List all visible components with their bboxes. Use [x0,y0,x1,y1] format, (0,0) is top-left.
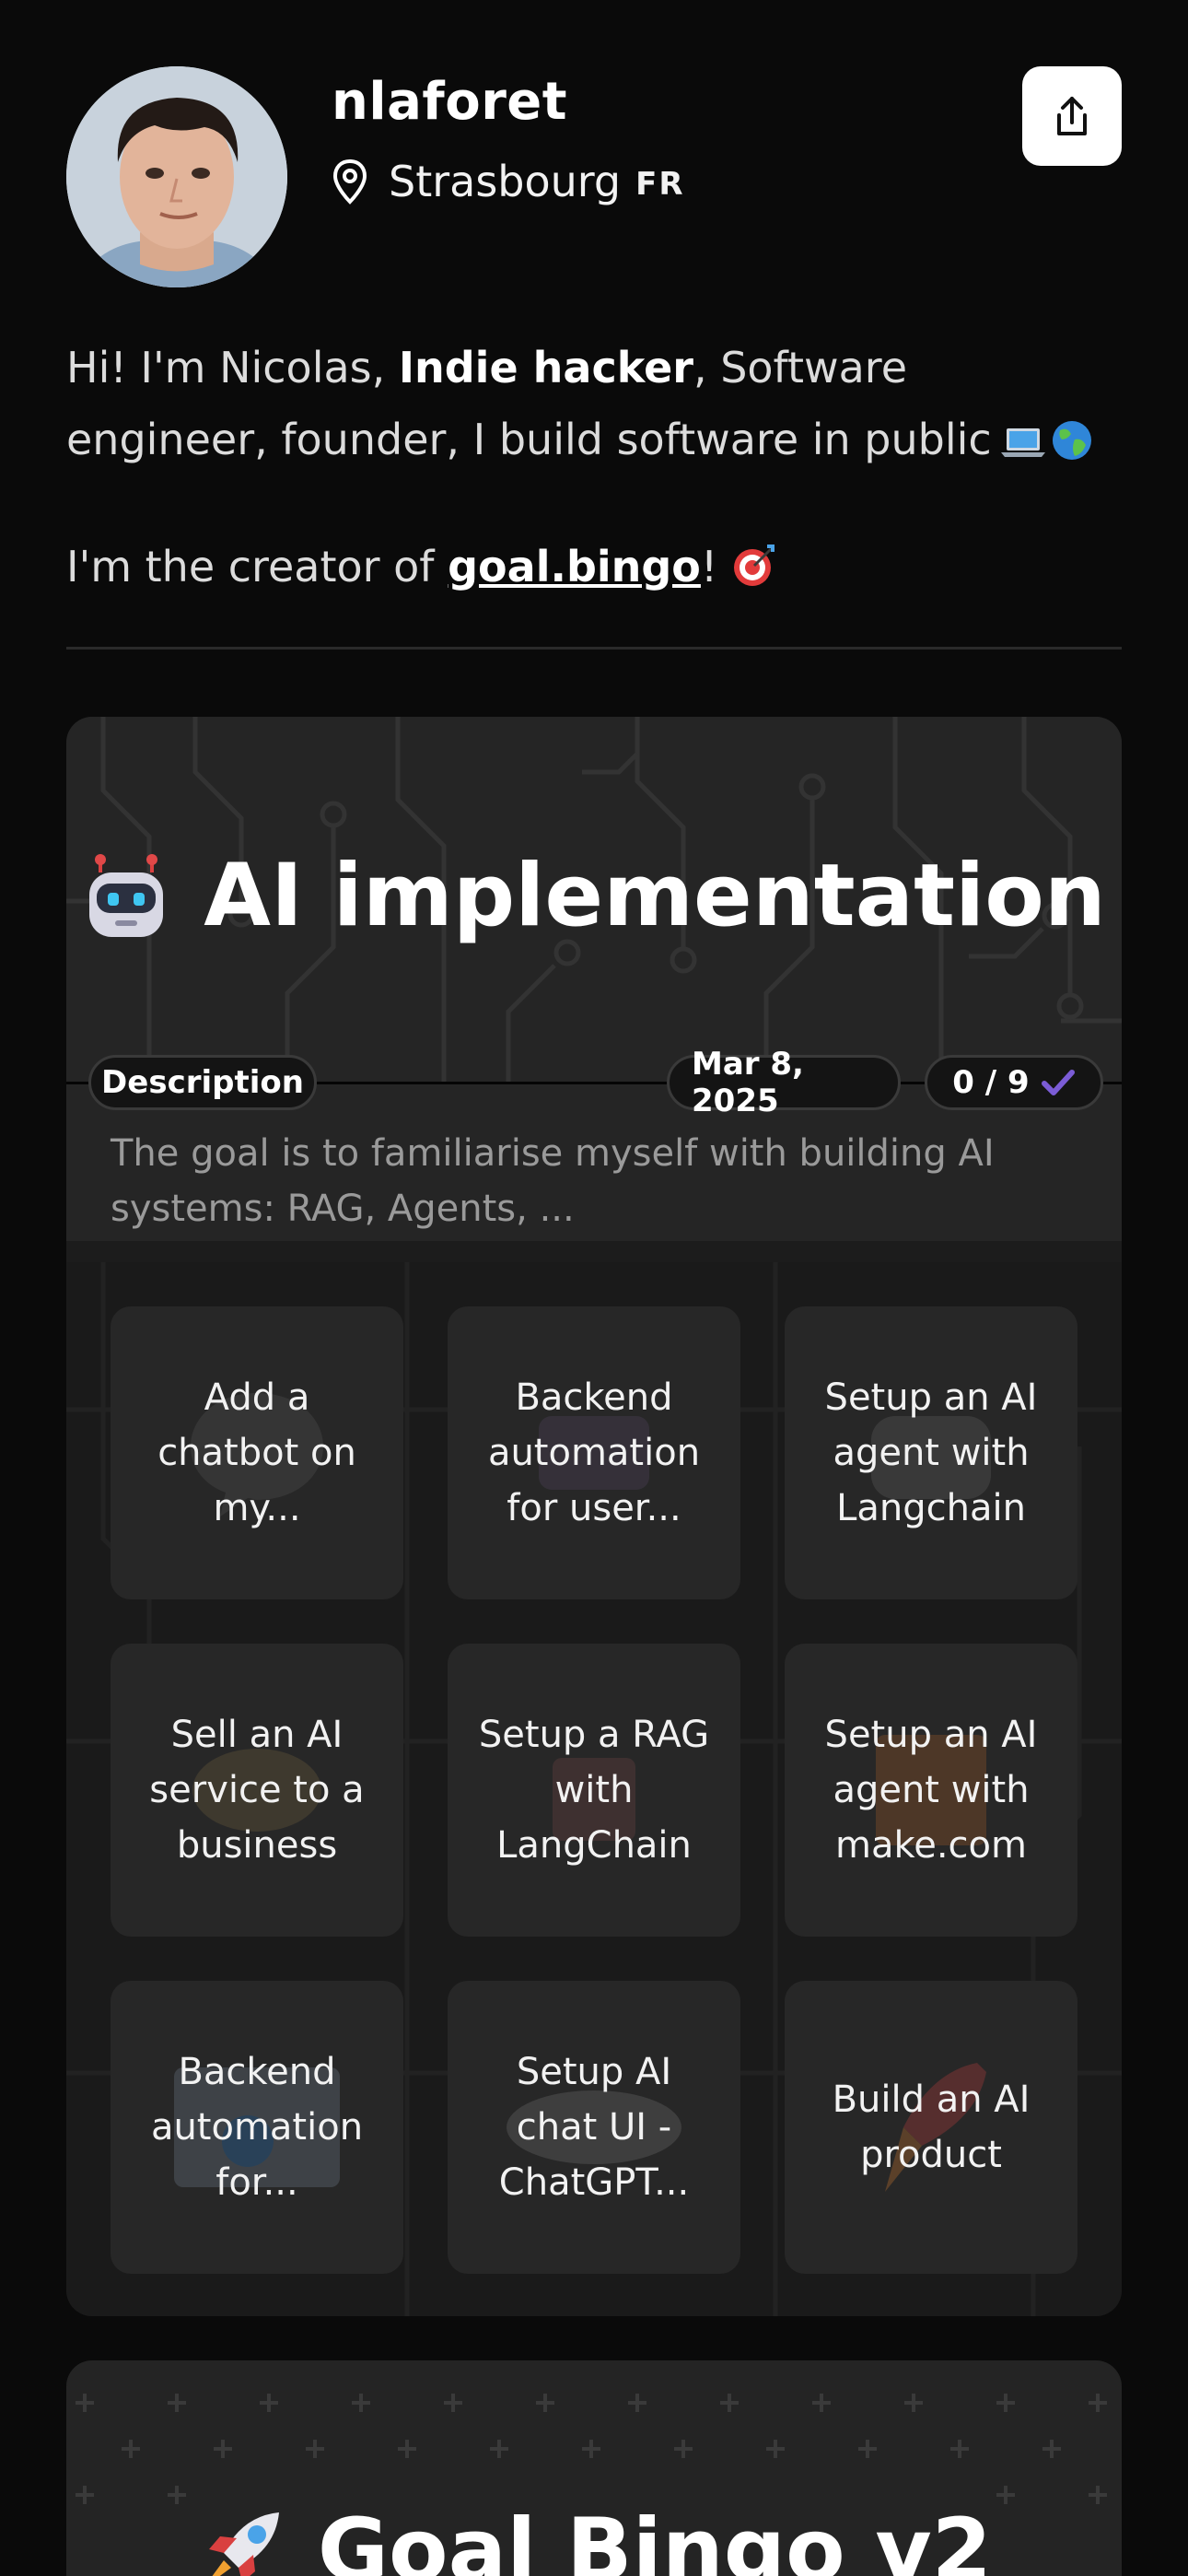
card-title-text: Goal Bingo v2 [317,2500,993,2576]
bingo-tile[interactable]: Setup AI chat UI - ChatGPT... [448,1981,740,2274]
share-icon [1057,97,1087,135]
bio: Hi! I'm Nicolas, Indie hacker, Software … [66,332,1122,603]
location-city: Strasbourg [389,157,622,206]
card-title: AI implementation [66,846,1122,946]
bingo-grid: Add a chatbot on my... Backend automatio… [66,1262,1122,2316]
progress-chip: 0 / 9 [925,1055,1103,1110]
direct-hit-emoji-icon [734,544,775,586]
bingo-tile[interactable]: Add a chatbot on my... [111,1306,403,1599]
bingo-tile[interactable]: Backend automation for user... [448,1306,740,1599]
username: nlaforet [332,72,568,132]
bingo-tile[interactable]: Setup a RAG with LangChain [448,1644,740,1937]
avatar-image [66,66,287,287]
card-title-text: AI implementation [204,846,1106,946]
bingo-tile[interactable]: Setup an AI agent with Langchain [785,1306,1077,1599]
globe-emoji-icon [1052,421,1091,460]
card-title: Goal Bingo v2 [66,2500,1122,2576]
location-pin-icon [332,158,367,205]
share-button[interactable] [1022,66,1122,166]
check-icon [1041,1070,1075,1095]
goal-card[interactable]: AI implementation Description Mar 8, 202… [66,717,1122,2316]
location: Strasbourg FR [332,157,685,206]
avatar [66,66,287,287]
bingo-tile[interactable]: Setup an AI agent with make.com [785,1644,1077,1937]
card-banner: AI implementation [66,717,1122,1082]
bingo-tile[interactable]: Backend automation for... [111,1981,403,2274]
description-chip[interactable]: Description [88,1055,317,1110]
robot-emoji-icon [89,853,164,937]
location-country: FR [635,166,685,203]
description-text: The goal is to familiarise myself with b… [111,1132,995,1230]
goal-bingo-link[interactable]: goal.bingo [448,542,701,591]
bingo-tile[interactable]: Build an AI product [785,1981,1077,2274]
progress-text: 0 / 9 [952,1064,1030,1101]
rocket-emoji-icon [208,2512,279,2576]
date-chip: Mar 8, 2025 [667,1046,901,1119]
bio-paragraph-1: Hi! I'm Nicolas, Indie hacker, Software … [66,332,1122,475]
bingo-tile[interactable]: Sell an AI service to a business [111,1644,403,1937]
goal-card[interactable]: Goal Bingo v2 [66,2360,1122,2576]
laptop-emoji-icon [1000,428,1045,457]
bio-paragraph-2: I'm the creator of goal.bingo! [66,531,1122,603]
divider [66,647,1122,650]
